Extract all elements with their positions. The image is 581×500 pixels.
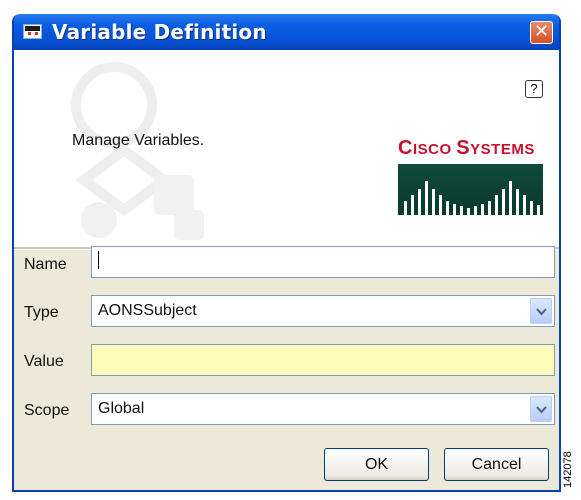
cisco-bridge-icon — [398, 164, 543, 215]
figure-id: 142078 — [562, 451, 574, 488]
value-label: Value — [24, 353, 64, 370]
app-icon — [23, 24, 42, 39]
title-bar[interactable]: Variable Definition ✕ — [14, 14, 559, 50]
type-dropdown-button[interactable] — [530, 298, 552, 324]
help-button[interactable]: ? — [525, 80, 543, 98]
scope-selected-value: Global — [98, 400, 145, 417]
cisco-logo: CISCO SYSTEMS — [398, 137, 559, 220]
scope-label: Scope — [24, 402, 70, 419]
type-label: Type — [24, 304, 59, 321]
ok-button[interactable]: OK — [324, 448, 429, 481]
chevron-down-icon — [536, 406, 547, 414]
name-label: Name — [24, 256, 67, 273]
type-select[interactable]: AONSSubject — [91, 295, 555, 327]
cancel-button[interactable]: Cancel — [444, 448, 549, 481]
name-input[interactable] — [91, 246, 555, 278]
close-icon: ✕ — [533, 21, 550, 42]
scope-select[interactable]: Global — [91, 393, 555, 425]
type-selected-value: AONSSubject — [98, 302, 197, 319]
dialog-window: Variable Definition ✕ ? Manage Variables… — [12, 14, 561, 492]
value-input[interactable] — [91, 344, 555, 376]
text-caret — [98, 250, 99, 269]
header-panel: ? Manage Variables. CISCO SYSTEMS — [14, 50, 559, 247]
brand-name: CISCO SYSTEMS — [398, 137, 535, 159]
scope-dropdown-button[interactable] — [530, 396, 552, 422]
chevron-down-icon — [536, 308, 547, 316]
close-button[interactable]: ✕ — [530, 21, 553, 44]
dialog-description: Manage Variables. — [72, 132, 205, 149]
window-title: Variable Definition — [52, 20, 267, 44]
watermark-graphic — [71, 62, 204, 240]
